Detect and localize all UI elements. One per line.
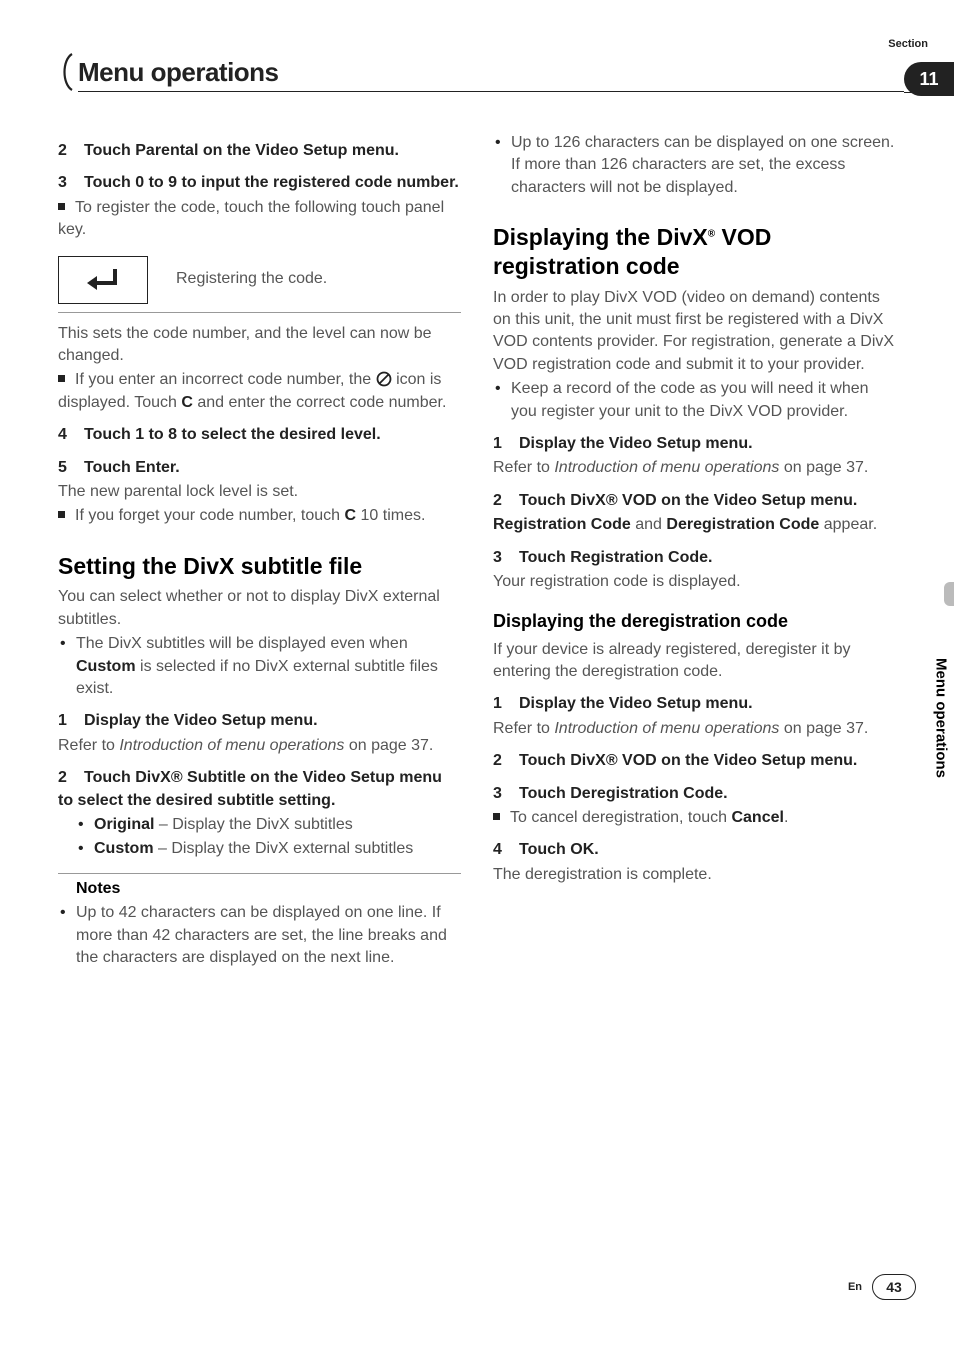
key-caption: Registering the code. xyxy=(176,268,327,290)
body-text: If you enter an incorrect code number, t… xyxy=(58,369,461,414)
body-content: 2Touch Parental on the Video Setup menu.… xyxy=(58,130,896,975)
step-heading: 2Touch DivX® VOD on the Video Setup menu… xyxy=(493,490,896,512)
section-number: 11 xyxy=(919,69,938,90)
touch-key-row: Registering the code. xyxy=(58,256,461,313)
body-text: Refer to Introduction of menu operations… xyxy=(493,718,896,740)
step-heading: 1Display the Video Setup menu. xyxy=(493,693,896,715)
body-text: This sets the code number, and the level… xyxy=(58,323,461,368)
body-text: Registration Code and Deregistration Cod… xyxy=(493,514,896,536)
body-text: Refer to Introduction of menu operations… xyxy=(493,457,896,479)
body-text: To register the code, touch the followin… xyxy=(58,197,461,242)
step-heading: 1Display the Video Setup menu. xyxy=(493,433,896,455)
page-footer: En 43 xyxy=(848,1274,916,1300)
prohibited-icon xyxy=(376,371,392,387)
subsection-heading: Displaying the deregistration code xyxy=(493,609,896,634)
body-text: Refer to Introduction of menu operations… xyxy=(58,735,461,757)
section-number-badge: 11 xyxy=(904,62,954,96)
side-tab: Menu operations xyxy=(928,608,954,828)
page-title: Menu operations xyxy=(78,57,279,88)
notes-heading: Notes xyxy=(58,873,461,900)
body-text: You can select whether or not to display… xyxy=(58,586,461,631)
language-label: En xyxy=(848,1281,862,1293)
body-text: To cancel deregistration, touch Cancel. xyxy=(493,807,896,829)
side-tab-label: Menu operations xyxy=(933,658,950,778)
body-text: The new parental lock level is set. xyxy=(58,481,461,503)
body-text: The deregistration is complete. xyxy=(493,864,896,886)
step-heading: 3Touch 0 to 9 to input the registered co… xyxy=(58,172,461,194)
section-heading: Displaying the DivX® VOD registration co… xyxy=(493,223,896,281)
open-paren-decor xyxy=(58,52,76,92)
page-number-badge: 43 xyxy=(872,1274,916,1300)
section-label: Section xyxy=(888,38,928,50)
list-item: Up to 42 characters can be displayed on … xyxy=(76,902,461,969)
list-item: Custom – Display the DivX external subti… xyxy=(94,838,461,860)
step-heading: 1Display the Video Setup menu. xyxy=(58,710,461,732)
list-item: Original – Display the DivX subtitles xyxy=(94,814,461,836)
step-heading: 4Touch OK. xyxy=(493,839,896,861)
body-text: Your registration code is displayed. xyxy=(493,571,896,593)
step-heading: 4Touch 1 to 8 to select the desired leve… xyxy=(58,424,461,446)
page-header: Section Menu operations 11 xyxy=(58,38,954,94)
step-heading: 2Touch DivX® VOD on the Video Setup menu… xyxy=(493,750,896,772)
page-number: 43 xyxy=(886,1279,902,1295)
body-text: If you forget your code number, touch C … xyxy=(58,505,461,527)
step-heading: 5Touch Enter. xyxy=(58,457,461,479)
list-item: The DivX subtitles will be displayed eve… xyxy=(76,633,461,700)
step-heading: 2Touch Parental on the Video Setup menu. xyxy=(58,140,461,162)
list-item: Up to 126 characters can be displayed on… xyxy=(511,132,896,199)
side-tab-decor xyxy=(944,582,954,606)
enter-key-icon xyxy=(58,256,148,304)
step-heading: 3Touch Deregistration Code. xyxy=(493,783,896,805)
step-heading: 2Touch DivX® Subtitle on the Video Setup… xyxy=(58,767,461,812)
body-text: If your device is already registered, de… xyxy=(493,639,896,684)
body-text: In order to play DivX VOD (video on dema… xyxy=(493,287,896,377)
list-item: Keep a record of the code as you will ne… xyxy=(511,378,896,423)
step-heading: 3Touch Registration Code. xyxy=(493,547,896,569)
section-heading: Setting the DivX subtitle file xyxy=(58,552,461,581)
